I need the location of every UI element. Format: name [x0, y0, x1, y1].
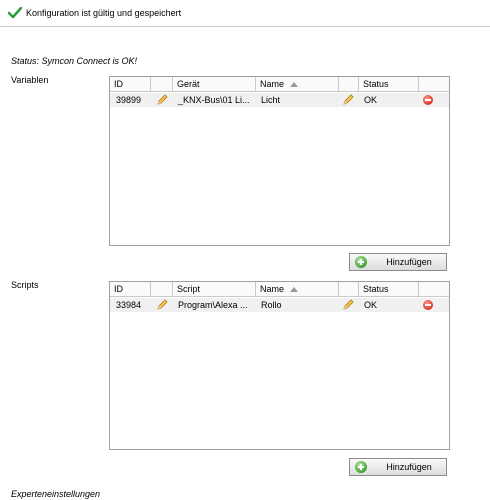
- pencil-icon[interactable]: [342, 94, 354, 106]
- col-delete: [419, 282, 449, 297]
- row-status: OK: [364, 300, 378, 310]
- col-id[interactable]: ID: [110, 282, 151, 297]
- sort-ascending-icon: [290, 82, 299, 88]
- col-id[interactable]: ID: [110, 77, 151, 92]
- col-geraet[interactable]: Gerät: [173, 77, 256, 92]
- col-edit: [151, 282, 173, 297]
- variablen-label: Variablen: [11, 75, 49, 85]
- row-name: Rollo: [261, 300, 282, 310]
- col-script[interactable]: Script: [173, 282, 256, 297]
- scripts-label: Scripts: [11, 280, 39, 290]
- header-divider: [0, 26, 490, 27]
- pencil-icon[interactable]: [342, 299, 354, 311]
- row-id: 33984: [116, 300, 142, 310]
- checkmark-icon: [8, 7, 22, 19]
- scripts-header: ID Script Name Status: [110, 282, 449, 297]
- variablen-header: ID Gerät Name Status: [110, 77, 449, 92]
- row-id: 39899: [116, 95, 142, 105]
- minus-circle-icon[interactable]: [423, 95, 433, 105]
- col-name[interactable]: Name: [256, 77, 339, 92]
- sort-ascending-icon: [290, 287, 299, 293]
- row-geraet: _KNX-Bus\01 Li...: [178, 95, 250, 105]
- table-row[interactable]: 39899 _KNX-Bus\01 Li... Licht OK: [110, 93, 449, 107]
- row-script: Program\Alexa ...: [178, 300, 248, 310]
- expert-settings-link[interactable]: Experteneinstellungen: [11, 489, 100, 499]
- col-edit2: [339, 77, 359, 92]
- scripts-add-button[interactable]: Hinzufügen: [349, 458, 447, 476]
- variablen-list[interactable]: ID Gerät Name Status 39899 _KNX-Bus\01 L…: [109, 76, 450, 246]
- header-message: Konfiguration ist gültig und gespeichert: [26, 8, 182, 18]
- col-edit2: [339, 282, 359, 297]
- row-status: OK: [364, 95, 378, 105]
- col-status[interactable]: Status: [359, 282, 419, 297]
- variablen-add-button[interactable]: Hinzufügen: [349, 253, 447, 271]
- scripts-list[interactable]: ID Script Name Status 33984 Program\Alex…: [109, 281, 450, 450]
- col-name[interactable]: Name: [256, 282, 339, 297]
- table-row[interactable]: 33984 Program\Alexa ... Rollo OK: [110, 298, 449, 312]
- row-name: Licht: [261, 95, 281, 105]
- col-status[interactable]: Status: [359, 77, 419, 92]
- status-text: Status: Symcon Connect is OK!: [11, 56, 138, 66]
- pencil-icon[interactable]: [156, 299, 168, 311]
- minus-circle-icon[interactable]: [423, 300, 433, 310]
- col-delete: [419, 77, 449, 92]
- pencil-icon[interactable]: [156, 94, 168, 106]
- col-edit: [151, 77, 173, 92]
